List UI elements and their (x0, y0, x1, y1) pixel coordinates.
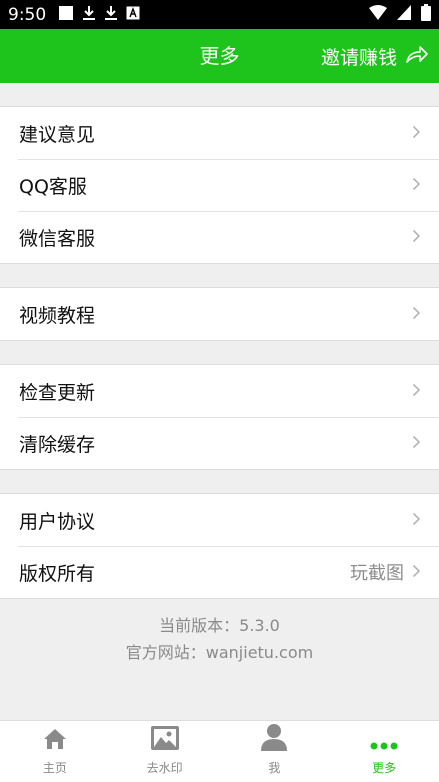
website-line: 官方网站：wanjietu.com (125, 643, 314, 662)
menu-item-qq-support[interactable]: QQ客服 (0, 159, 439, 211)
person-icon (260, 723, 288, 755)
menu-item-user-agreement[interactable]: 用户协议 (0, 494, 439, 546)
signal-icon (397, 5, 411, 24)
menu-item-wechat-support[interactable]: 微信客服 (0, 211, 439, 263)
menu-item-video-tutorial[interactable]: 视频教程 (0, 288, 439, 340)
tab-me[interactable]: 我 (220, 721, 330, 782)
menu-group-feedback: 建议意见 QQ客服 微信客服 (0, 106, 439, 264)
battery-icon (421, 4, 431, 25)
version-line: 当前版本：5.3.0 (159, 616, 280, 635)
chevron-right-icon (412, 563, 421, 582)
download-icon (104, 5, 118, 25)
status-time: 9:50 (8, 4, 47, 25)
menu-item-copyright[interactable]: 版权所有 玩截图 (0, 546, 439, 598)
version-info: 当前版本：5.3.0 官方网站：wanjietu.com (0, 612, 439, 666)
chevron-right-icon (412, 305, 421, 324)
menu-item-label: 清除缓存 (19, 433, 96, 456)
invite-label: 邀请赚钱 (320, 46, 397, 69)
menu-item-label: QQ客服 (19, 175, 87, 198)
menu-group-tutorial: 视频教程 (0, 287, 439, 341)
tab-label: 我 (268, 761, 281, 775)
bottom-tab-bar: 主页 去水印 我 更多 (0, 720, 439, 782)
square-notification-icon (58, 5, 74, 25)
copyright-owner-value: 玩截图 (350, 563, 404, 584)
menu-group-maintenance: 检查更新 清除缓存 (0, 364, 439, 470)
chevron-right-icon (412, 434, 421, 453)
image-icon (150, 725, 180, 755)
chevron-right-icon (412, 228, 421, 247)
system-icons (369, 4, 431, 25)
menu-item-check-update[interactable]: 检查更新 (0, 365, 439, 417)
text-box-icon (126, 5, 140, 24)
more-dots-icon (370, 736, 398, 755)
invite-earn-button[interactable]: 邀请赚钱 (321, 29, 429, 83)
chevron-right-icon (412, 176, 421, 195)
tab-remove-watermark[interactable]: 去水印 (110, 721, 220, 782)
menu-item-feedback[interactable]: 建议意见 (0, 107, 439, 159)
app-bar: 更多 邀请赚钱 (0, 29, 439, 83)
menu-item-label: 建议意见 (19, 123, 96, 146)
tab-label: 去水印 (146, 761, 183, 775)
home-icon (42, 727, 68, 755)
share-arrow-icon (405, 44, 429, 69)
tab-more[interactable]: 更多 (329, 721, 439, 782)
wifi-icon (369, 5, 387, 24)
settings-list: 建议意见 QQ客服 微信客服 视频教程 检查更新 清除缓存 用户协议 版权所有 … (0, 83, 439, 599)
chevron-right-icon (412, 124, 421, 143)
notification-icons (58, 5, 140, 25)
menu-item-clear-cache[interactable]: 清除缓存 (0, 417, 439, 469)
menu-item-label: 视频教程 (19, 304, 96, 327)
menu-item-label: 用户协议 (19, 510, 96, 533)
status-bar: 9:50 (0, 0, 439, 29)
download-icon (82, 5, 96, 25)
menu-item-label: 版权所有 (19, 562, 96, 585)
tab-label: 更多 (372, 761, 397, 775)
menu-group-legal: 用户协议 版权所有 玩截图 (0, 493, 439, 599)
chevron-right-icon (412, 511, 421, 530)
tab-label: 主页 (42, 761, 67, 775)
chevron-right-icon (412, 382, 421, 401)
menu-item-label: 检查更新 (19, 381, 96, 404)
menu-item-label: 微信客服 (19, 227, 96, 250)
tab-home[interactable]: 主页 (0, 721, 110, 782)
